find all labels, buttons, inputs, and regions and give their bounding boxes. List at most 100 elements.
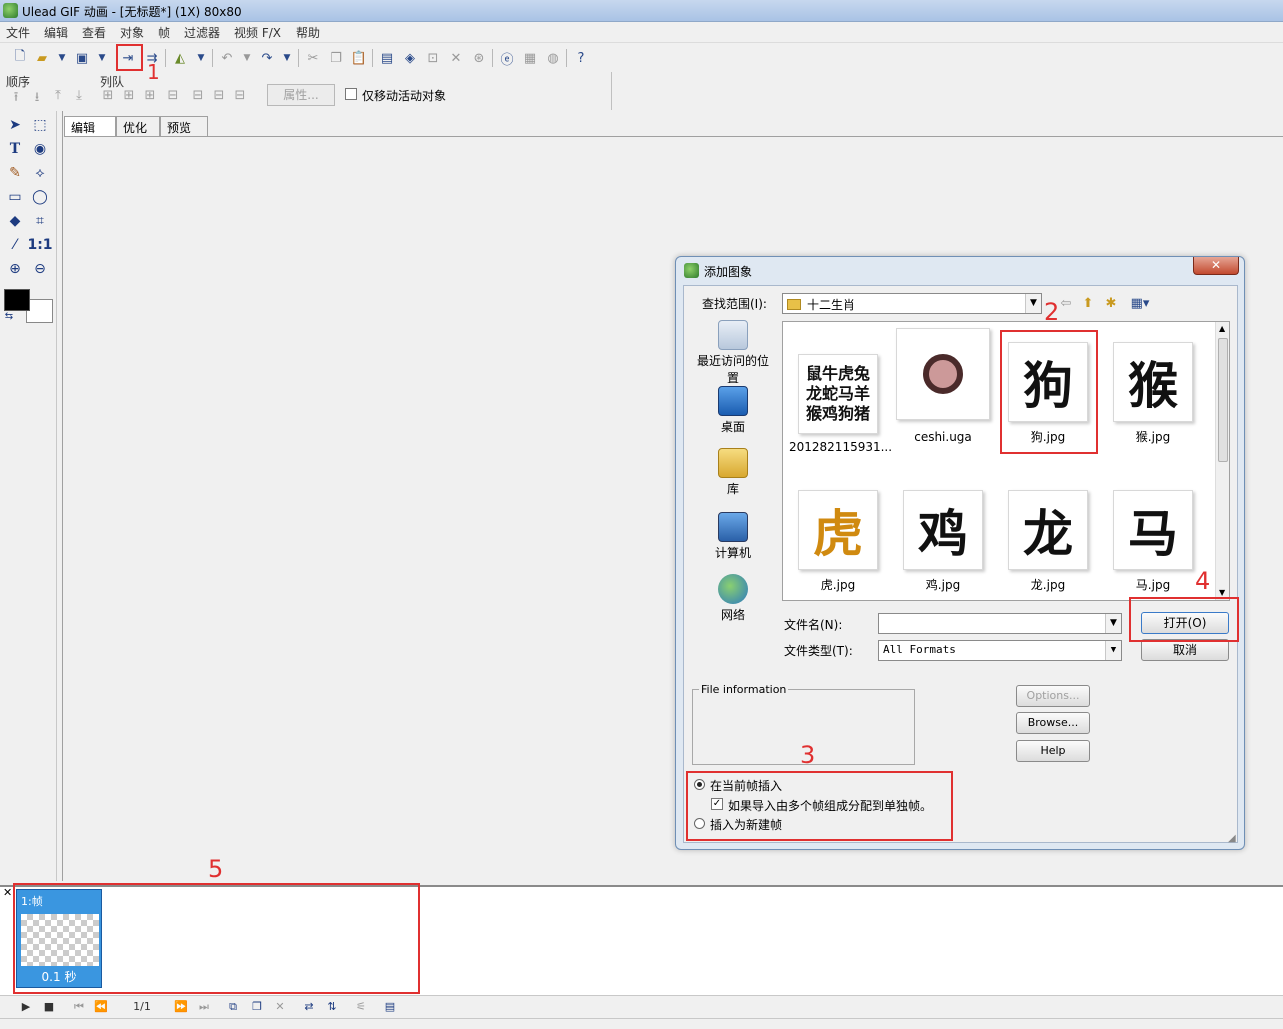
undo-icon[interactable]: ↶ (217, 48, 237, 68)
effect-icon[interactable]: ⊛ (469, 48, 489, 68)
first-frame-icon[interactable]: ⏮ (70, 998, 88, 1016)
text-tool-icon[interactable]: T (4, 138, 26, 160)
close-icon[interactable]: ✕ (3, 886, 12, 899)
tween-frames-icon[interactable]: ⇅ (323, 998, 341, 1016)
background-color-swatch[interactable] (26, 299, 53, 323)
file-item-monkey[interactable]: 猴 猴.jpg (1104, 342, 1202, 445)
reverse-frames-icon[interactable]: ⇄ (300, 998, 318, 1016)
help-button[interactable]: Help (1016, 740, 1090, 762)
menu-frame[interactable]: 帧 (158, 24, 170, 41)
ellipse-select-icon[interactable]: ◯ (29, 186, 51, 208)
next-frame-icon[interactable]: ⏩ (172, 998, 190, 1016)
save-icon[interactable]: ▣ (72, 48, 92, 68)
bring-front-icon[interactable]: ⭱ (8, 88, 24, 105)
editor-dropdown-icon[interactable]: ▼ (191, 48, 211, 68)
place-recent[interactable]: 最近访问的位置 (692, 320, 774, 386)
redo-dropdown-icon[interactable]: ▼ (277, 48, 297, 68)
tween-icon[interactable]: ✕ (446, 48, 466, 68)
new-file-icon[interactable]: 🗋 (10, 48, 30, 68)
bring-forward-icon[interactable]: ⤒ (50, 88, 66, 104)
last-frame-icon[interactable]: ⏭ (195, 998, 213, 1016)
align-right-icon[interactable]: ⊞ (142, 88, 158, 104)
browse-button[interactable]: Browse... (1016, 712, 1090, 734)
file-item-rooster[interactable]: 鸡 鸡.jpg (894, 490, 992, 593)
crop-tool-icon[interactable]: ⌗ (29, 210, 51, 232)
zoom-in-icon[interactable]: ⊕ (4, 258, 26, 280)
actual-size-icon[interactable]: 1:1 (27, 234, 52, 256)
properties-button[interactable]: 属性... (267, 84, 335, 106)
align-top-icon[interactable]: ⊟ (165, 88, 181, 104)
filename-input[interactable]: ▼ (878, 613, 1122, 634)
stop-icon[interactable]: ■ (40, 998, 58, 1016)
export-icon[interactable]: ▦ (520, 48, 540, 68)
canvas-size-icon[interactable]: ▤ (377, 48, 397, 68)
file-item-zodiac-chart[interactable]: 鼠牛虎兔龙蛇马羊猴鸡狗猪 201282115931... (789, 354, 892, 454)
web-icon[interactable]: ◍ (543, 48, 563, 68)
place-network[interactable]: 网络 (692, 574, 774, 623)
copy-icon[interactable]: ❐ (326, 48, 346, 68)
filetype-select[interactable]: All Formats ▼ (878, 640, 1122, 661)
crop-icon[interactable]: ⊡ (423, 48, 443, 68)
optimize-icon[interactable]: ◈ (400, 48, 420, 68)
tab-optimize[interactable]: 优化 (116, 116, 160, 136)
file-item-tiger[interactable]: 虎 虎.jpg (789, 490, 887, 593)
menu-help[interactable]: 帮助 (296, 24, 320, 41)
context-help-icon[interactable]: ? (571, 48, 591, 68)
frame-panel-menu-icon[interactable]: ▤ (381, 998, 399, 1016)
swap-colors-icon[interactable]: ⇆ (2, 309, 16, 323)
file-list-scrollbar[interactable]: ▲ ▼ (1215, 322, 1229, 600)
align-middle-icon[interactable]: ⊟ (190, 88, 206, 104)
frame-properties-icon[interactable]: ⚟ (352, 998, 370, 1016)
place-desktop[interactable]: 桌面 (692, 386, 774, 435)
move-active-only-checkbox[interactable] (345, 88, 357, 100)
foreground-color-swatch[interactable] (4, 289, 30, 311)
file-item-dragon[interactable]: 龙 龙.jpg (999, 490, 1097, 593)
view-menu-icon[interactable]: ▦▾ (1125, 293, 1155, 313)
duplicate-frame-icon[interactable]: ❐ (248, 998, 266, 1016)
redo-icon[interactable]: ↷ (257, 48, 277, 68)
menu-file[interactable]: 文件 (6, 24, 30, 41)
menu-filter[interactable]: 过滤器 (184, 24, 220, 41)
eraser-tool-icon[interactable]: ▭ (4, 186, 26, 208)
open-dropdown-icon[interactable]: ▼ (52, 48, 72, 68)
distribute-icon[interactable]: ⊟ (232, 88, 248, 104)
cut-icon[interactable]: ✂ (303, 48, 323, 68)
brush-tool-icon[interactable]: ✎ (4, 162, 26, 184)
add-frame-icon[interactable]: ⧉ (224, 998, 242, 1016)
menu-object[interactable]: 对象 (120, 24, 144, 41)
cancel-button[interactable]: 取消 (1141, 639, 1229, 661)
up-folder-icon[interactable]: ⬆ (1078, 293, 1098, 313)
play-icon[interactable]: ▶ (17, 998, 35, 1016)
lasso-tool-icon[interactable]: ⟡ (29, 162, 51, 184)
file-item-ceshi[interactable]: ceshi.uga (894, 328, 992, 444)
align-center-icon[interactable]: ⊞ (121, 88, 137, 104)
align-left-icon[interactable]: ⊞ (100, 88, 116, 104)
scroll-up-icon[interactable]: ▲ (1219, 324, 1225, 333)
menu-video-fx[interactable]: 视频 F/X (234, 24, 281, 41)
undo-dropdown-icon[interactable]: ▼ (237, 48, 257, 68)
scroll-down-icon[interactable]: ▼ (1219, 588, 1225, 597)
image-editor-icon[interactable]: ◭ (170, 48, 190, 68)
resize-grip-icon[interactable]: ◢ (1228, 833, 1240, 845)
chevron-down-icon[interactable]: ▼ (1105, 641, 1121, 660)
delete-frame-icon[interactable]: ✕ (271, 998, 289, 1016)
previous-frame-icon[interactable]: ⏪ (92, 998, 110, 1016)
marquee-tool-icon[interactable]: ⬚ (29, 114, 51, 136)
eyedropper-tool-icon[interactable]: ⁄ (4, 234, 26, 256)
lookin-combo[interactable]: 十二生肖 ▼ (782, 293, 1042, 314)
send-backward-icon[interactable]: ⤓ (71, 88, 87, 104)
chevron-down-icon[interactable]: ▼ (1105, 614, 1121, 633)
new-folder-icon[interactable]: ✱ (1101, 293, 1121, 313)
send-back-icon[interactable]: ⭳ (29, 88, 45, 105)
tab-preview[interactable]: 预览 (160, 116, 208, 136)
browser-preview-icon[interactable]: ⓔ (497, 48, 517, 68)
chevron-down-icon[interactable]: ▼ (1025, 294, 1041, 313)
file-item-horse[interactable]: 马 马.jpg (1104, 490, 1202, 593)
place-computer[interactable]: 计算机 (692, 512, 774, 561)
pick-tool-icon[interactable]: ➤ (4, 114, 26, 136)
options-button[interactable]: Options... (1016, 685, 1090, 707)
open-folder-icon[interactable]: ▰ (32, 48, 52, 68)
menu-view[interactable]: 查看 (82, 24, 106, 41)
place-libraries[interactable]: 库 (692, 448, 774, 497)
paste-icon[interactable]: 📋 (349, 48, 369, 68)
